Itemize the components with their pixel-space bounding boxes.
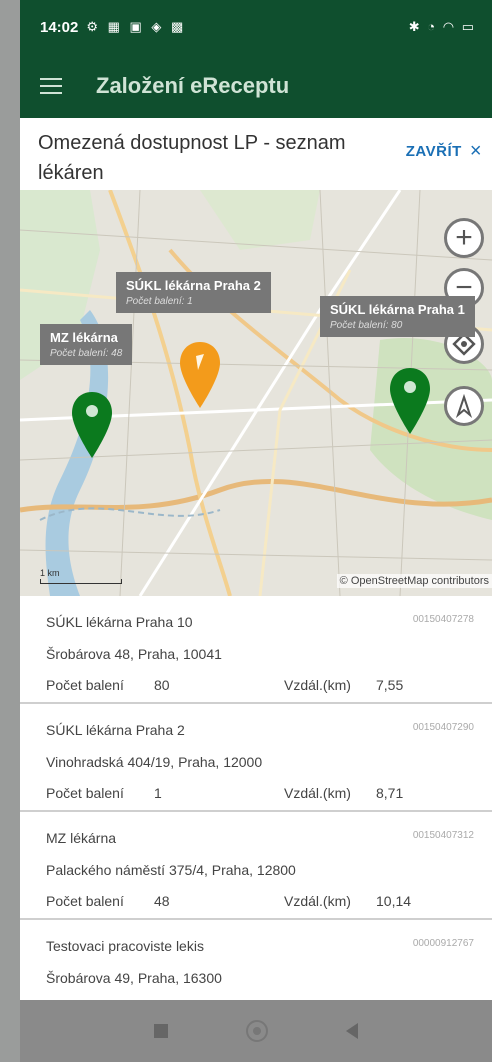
count-label: Počet balení bbox=[46, 785, 124, 801]
list-item[interactable]: SÚKL lékárna Praha 2 00150407290 Vinohra… bbox=[20, 704, 492, 812]
pharmacy-address: Šrobárova 49, Praha, 16300 bbox=[46, 970, 222, 986]
phone-screen: 14:02 ⚙ ▦ ▣ ◈ ▩ ✱ ◔ ◠ ▭ Založení eRecept… bbox=[20, 0, 492, 1062]
map-pin-selected-icon[interactable] bbox=[178, 340, 222, 410]
count-value: 80 bbox=[154, 677, 170, 693]
count-label: Počet balení bbox=[46, 677, 124, 693]
map-attribution[interactable]: © OpenStreetMap contributors bbox=[336, 574, 492, 588]
map-callout[interactable]: SÚKL lékárna Praha 2 Počet balení: 1 bbox=[116, 272, 271, 313]
map-pin-icon[interactable] bbox=[388, 366, 432, 436]
callout-title: SÚKL lékárna Praha 1 bbox=[330, 302, 465, 317]
distance-value: 8,71 bbox=[376, 785, 404, 801]
scale-label: 1 km bbox=[40, 568, 60, 578]
count-value: 1 bbox=[154, 785, 162, 801]
pharmacy-code: 00150407290 bbox=[412, 722, 474, 733]
zoom-in-button[interactable]: + bbox=[444, 218, 484, 258]
pharmacy-code: 00150407278 bbox=[412, 614, 474, 625]
pharmacy-address: Vinohradská 404/19, Praha, 12000 bbox=[46, 754, 263, 770]
system-nav-bar bbox=[20, 1000, 492, 1062]
callout-subtitle: Počet balení: 48 bbox=[50, 348, 123, 359]
map-callout[interactable]: SÚKL lékárna Praha 1 Počet balení: 80 bbox=[320, 296, 475, 337]
background-edge bbox=[0, 0, 22, 1062]
close-icon: × bbox=[469, 140, 482, 162]
status-time: 14:02 bbox=[40, 18, 79, 36]
scale-bar bbox=[40, 579, 122, 584]
list-item[interactable]: MZ lékárna 00150407312 Palackého náměstí… bbox=[20, 812, 492, 920]
pharmacy-address: Palackého náměstí 375/4, Praha, 12800 bbox=[46, 862, 296, 878]
dialog-header: Omezená dostupnost LP - seznam lékáren Z… bbox=[20, 118, 492, 194]
map-view[interactable]: + − MZ lékárna Počet balení: 48 SÚKL lék… bbox=[20, 190, 492, 596]
distance-value: 7,55 bbox=[376, 677, 404, 693]
status-system-icons: ✱ ◔ ◠ ▭ bbox=[408, 19, 476, 34]
recents-icon[interactable] bbox=[154, 1024, 168, 1038]
home-icon[interactable] bbox=[246, 1020, 268, 1042]
list-item[interactable]: SÚKL lékárna Praha 10 00150407278 Šrobár… bbox=[20, 596, 492, 704]
pharmacy-address: Šrobárova 48, Praha, 10041 bbox=[46, 646, 222, 662]
close-label: ZAVŘÍT bbox=[405, 143, 462, 160]
zoom-in-label: + bbox=[455, 221, 473, 254]
distance-value: 10,14 bbox=[376, 893, 412, 909]
callout-title: MZ lékárna bbox=[50, 330, 118, 345]
pharmacy-code: 00000912767 bbox=[412, 938, 474, 949]
callout-title: SÚKL lékárna Praha 2 bbox=[126, 278, 261, 293]
menu-icon[interactable] bbox=[40, 78, 62, 94]
dialog-title: Omezená dostupnost LP - seznam lékáren bbox=[38, 132, 346, 184]
map-pin-icon[interactable] bbox=[70, 390, 114, 460]
callout-subtitle: Počet balení: 80 bbox=[330, 320, 403, 331]
back-icon[interactable] bbox=[346, 1023, 358, 1039]
count-value: 48 bbox=[154, 893, 170, 909]
callout-subtitle: Počet balení: 1 bbox=[126, 296, 193, 307]
pharmacy-list: SÚKL lékárna Praha 10 00150407278 Šrobár… bbox=[20, 596, 492, 1028]
status-notification-icons: ⚙ ▦ ▣ ◈ ▩ bbox=[86, 19, 187, 34]
map-callout[interactable]: MZ lékárna Počet balení: 48 bbox=[40, 324, 133, 365]
status-bar: 14:02 ⚙ ▦ ▣ ◈ ▩ ✱ ◔ ◠ ▭ bbox=[20, 0, 492, 54]
distance-label: Vzdál.(km) bbox=[284, 893, 351, 909]
pharmacy-code: 00150407312 bbox=[412, 830, 474, 841]
count-label: Počet balení bbox=[46, 893, 124, 909]
compass-icon[interactable] bbox=[444, 386, 484, 426]
app-title: Založení eReceptu bbox=[96, 73, 290, 98]
app-bar: Založení eReceptu bbox=[20, 54, 492, 118]
distance-label: Vzdál.(km) bbox=[284, 785, 351, 801]
distance-label: Vzdál.(km) bbox=[284, 677, 351, 693]
close-button[interactable]: ZAVŘÍT × bbox=[406, 140, 482, 163]
map-scale: 1 km bbox=[40, 568, 122, 584]
